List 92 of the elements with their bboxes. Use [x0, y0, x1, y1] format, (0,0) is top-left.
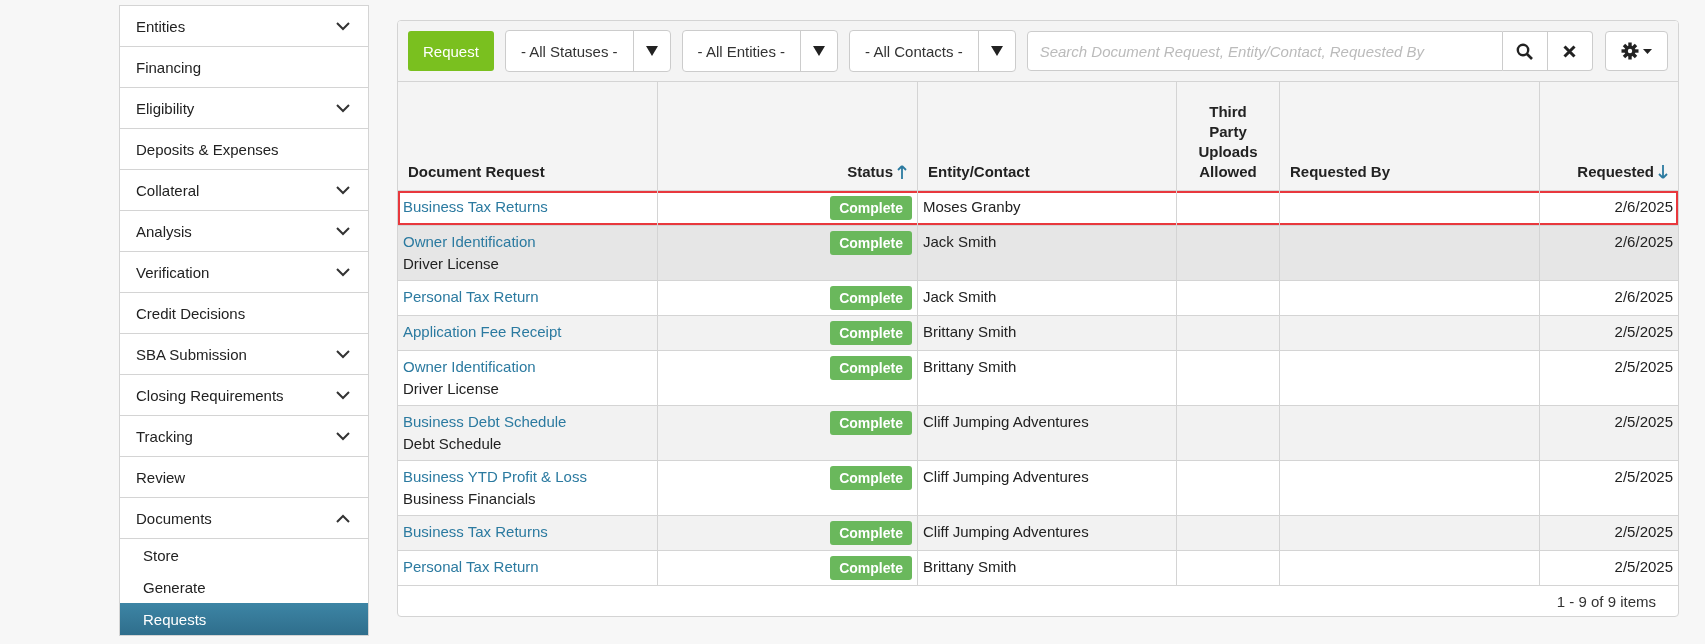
status-badge: Complete: [830, 321, 912, 345]
status-badge: Complete: [830, 286, 912, 310]
nav-subitem[interactable]: Requests: [120, 603, 368, 635]
chevron-down-icon: [336, 21, 350, 31]
caret-down-icon: [813, 46, 826, 56]
date-cell-text: 2/5/2025: [1614, 357, 1673, 377]
status-badge: Complete: [830, 356, 912, 380]
status-badge: Complete: [830, 231, 912, 255]
document-type: Driver License: [403, 379, 499, 399]
pager-info: 1 - 9 of 9 items: [1556, 592, 1656, 610]
chevron-down-icon: [336, 103, 350, 113]
status-badge: Complete: [830, 196, 912, 220]
column-header[interactable]: Entity/Contact: [928, 162, 1030, 182]
entity-cell-text: Cliff Jumping Adventures: [923, 412, 1089, 432]
date-cell-text: 2/5/2025: [1614, 522, 1673, 542]
table-row[interactable]: Owner Identification Driver License Complete Brittany Smith 2/5/2025: [398, 351, 1678, 406]
caret-down-icon: [990, 46, 1003, 56]
nav-item[interactable]: Financing: [120, 47, 368, 88]
date-cell-text: 2/6/2025: [1614, 197, 1673, 217]
settings-icon: [1620, 42, 1639, 60]
document-link[interactable]: Business Tax Returns: [403, 196, 548, 218]
document-link[interactable]: Personal Tax Return: [403, 556, 539, 578]
document-link[interactable]: Personal Tax Return: [403, 286, 539, 308]
date-cell-text: 2/6/2025: [1614, 232, 1673, 252]
table-row[interactable]: Business YTD Profit & Loss Business Financials Complete Cliff Jumping Adventures 2/5/2025: [398, 461, 1678, 516]
status-badge: Complete: [830, 411, 912, 435]
nav-item[interactable]: Analysis: [120, 211, 368, 252]
table-row[interactable]: Business Debt Schedule Debt Schedule Complete Cliff Jumping Adventures 2/5/2025: [398, 406, 1678, 461]
chevron-down-icon: [336, 431, 350, 441]
table-row[interactable]: Personal Tax Return Complete Jack Smith 2/6/2025: [398, 281, 1678, 316]
status-badge: Complete: [830, 466, 912, 490]
document-link[interactable]: Business YTD Profit & Loss: [403, 466, 587, 488]
date-cell-text: 2/5/2025: [1614, 322, 1673, 342]
entity-cell-text: Jack Smith: [923, 287, 997, 307]
caret-down-icon: [1642, 48, 1652, 54]
nav-item[interactable]: Eligibility: [120, 88, 368, 129]
settings-button[interactable]: [1604, 31, 1668, 71]
filter-dropdown[interactable]: - All Statuses -: [504, 30, 671, 72]
clear-button[interactable]: [1547, 31, 1593, 71]
column-header[interactable]: Requested By: [1290, 162, 1391, 182]
highlighted-table-row[interactable]: Business Tax Returns Complete Moses Granby 2/6/2025: [398, 191, 1678, 226]
chevron-up-icon: [336, 513, 350, 523]
nav-item[interactable]: SBA Submission: [120, 334, 368, 375]
document-type: Business Financials: [403, 489, 536, 509]
filter-dropdown[interactable]: - All Contacts -: [849, 30, 1016, 72]
nav-item[interactable]: Entities: [120, 6, 368, 47]
chevron-down-icon: [336, 226, 350, 236]
search-icon: [1516, 42, 1534, 60]
column-header[interactable]: Third Party Uploads Allowed: [1198, 102, 1258, 182]
nav-item[interactable]: Collateral: [120, 170, 368, 211]
nav-item[interactable]: Deposits & Expenses: [120, 129, 368, 170]
column-header[interactable]: Status: [847, 162, 893, 182]
entity-cell-text: Brittany Smith: [923, 557, 1017, 577]
nav-item[interactable]: Tracking: [120, 416, 368, 457]
entity-cell-text: Cliff Jumping Adventures: [923, 467, 1089, 487]
document-link[interactable]: Owner Identification: [403, 231, 536, 253]
nav-item[interactable]: Closing Requirements: [120, 375, 368, 416]
chevron-down-icon: [336, 349, 350, 359]
column-header[interactable]: Requested: [1577, 162, 1654, 182]
filter-dropdown[interactable]: - All Entities -: [681, 30, 839, 72]
nav-item[interactable]: Verification: [120, 252, 368, 293]
nav-item[interactable]: Credit Decisions: [120, 293, 368, 334]
table-row[interactable]: Application Fee Receipt Complete Brittany Smith 2/5/2025: [398, 316, 1678, 351]
status-badge: Complete: [830, 521, 912, 545]
document-type: Driver License: [403, 254, 499, 274]
caret-down-icon: [645, 46, 658, 56]
date-cell-text: 2/6/2025: [1614, 287, 1673, 307]
date-cell-text: 2/5/2025: [1614, 467, 1673, 487]
chevron-down-icon: [336, 267, 350, 277]
chevron-down-icon: [336, 390, 350, 400]
entity-cell-text: Brittany Smith: [923, 322, 1017, 342]
document-link[interactable]: Owner Identification: [403, 356, 536, 378]
entity-cell-text: Brittany Smith: [923, 357, 1017, 377]
date-cell-text: 2/5/2025: [1614, 557, 1673, 577]
table-row[interactable]: Personal Tax Return Complete Brittany Smith 2/5/2025: [398, 551, 1678, 586]
entity-cell-text: Moses Granby: [923, 197, 1021, 217]
entity-cell-text: Cliff Jumping Adventures: [923, 522, 1089, 542]
search-button[interactable]: [1502, 31, 1548, 71]
nav-item[interactable]: Review: [120, 457, 368, 498]
close-icon: [1563, 44, 1577, 58]
chevron-down-icon: [336, 185, 350, 195]
document-link[interactable]: Business Tax Returns: [403, 521, 548, 543]
table-row[interactable]: Owner Identification Driver License Complete Jack Smith 2/6/2025: [398, 226, 1678, 281]
entity-cell-text: Jack Smith: [923, 232, 997, 252]
search-field[interactable]: Search Document Request, Entity/Contact, Requested By: [1026, 31, 1503, 71]
status-badge: Complete: [830, 556, 912, 580]
document-link[interactable]: Business Debt Schedule: [403, 411, 567, 433]
date-cell-text: 2/5/2025: [1614, 412, 1673, 432]
column-header[interactable]: Document Request: [408, 162, 545, 182]
table-row[interactable]: Business Tax Returns Complete Cliff Jumping Adventures 2/5/2025: [398, 516, 1678, 551]
document-type: Debt Schedule: [403, 434, 502, 454]
document-link[interactable]: Application Fee Receipt: [403, 321, 562, 343]
